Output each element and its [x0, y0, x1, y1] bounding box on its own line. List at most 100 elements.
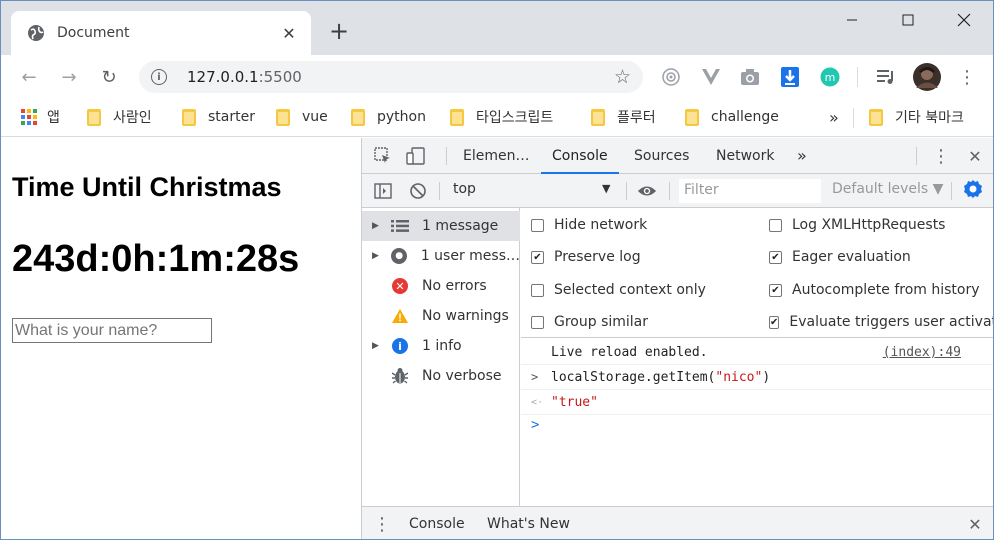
- expand-arrow-icon[interactable]: ▶: [372, 341, 390, 351]
- log-levels-dropdown[interactable]: Default levels ▼: [832, 181, 943, 197]
- checkbox-checked[interactable]: ✔: [531, 250, 544, 264]
- bookmark-folder[interactable]: challenge: [685, 107, 779, 127]
- chevron-down-icon[interactable]: ▼: [602, 182, 610, 195]
- minimize-icon: [847, 19, 857, 21]
- bookmark-folder[interactable]: starter: [182, 107, 255, 127]
- gear-icon[interactable]: [963, 179, 983, 204]
- setting-label: Selected context only: [554, 282, 706, 298]
- checkbox[interactable]: [531, 283, 544, 297]
- maximize-button[interactable]: [893, 7, 923, 33]
- bookmark-folder[interactable]: python: [351, 107, 426, 127]
- setting-autocomplete-history[interactable]: ✔ Autocomplete from history: [769, 282, 980, 298]
- bookmark-folder[interactable]: 타입스크립트: [450, 107, 553, 127]
- sidebar-item-user-messages[interactable]: ▶ ● 1 user mess…: [362, 241, 520, 271]
- checkbox-checked[interactable]: ✔: [769, 250, 782, 264]
- tab-console[interactable]: Console: [541, 138, 619, 174]
- checkbox-checked[interactable]: ✔: [769, 315, 780, 329]
- sidebar-item-messages[interactable]: ▶ 1 message: [362, 211, 520, 241]
- setting-evaluate-triggers[interactable]: ✔ Evaluate triggers user activatio: [769, 314, 993, 330]
- setting-selected-context[interactable]: Selected context only: [531, 282, 706, 298]
- sidebar-item-label: 1 info: [422, 338, 462, 354]
- more-tabs-button[interactable]: »: [797, 138, 807, 174]
- close-window-button[interactable]: [949, 7, 979, 33]
- page-heading: Time Until Christmas: [12, 172, 282, 202]
- filter-input[interactable]: Filter: [679, 179, 821, 203]
- checkbox[interactable]: [531, 315, 544, 329]
- bookmark-apps[interactable]: 앱: [21, 107, 60, 127]
- browser-menu-button[interactable]: ⋮: [955, 65, 979, 89]
- log-input-text: localStorage.getItem("nico"): [551, 370, 770, 385]
- sidebar-toggle-icon[interactable]: [373, 181, 393, 201]
- media-playlist-icon[interactable]: [874, 65, 898, 89]
- extension-download-icon[interactable]: [778, 65, 802, 89]
- checkbox[interactable]: [769, 218, 782, 232]
- close-devtools-button[interactable]: ✕: [965, 146, 985, 166]
- close-tab-icon[interactable]: ✕: [279, 24, 299, 43]
- setting-hide-network[interactable]: Hide network: [531, 217, 647, 233]
- url-text: 127.0.0.1:5500: [187, 68, 302, 86]
- log-source-link[interactable]: (index):49: [883, 345, 961, 360]
- log-result: <· "true": [521, 391, 993, 415]
- tab-divider: [916, 147, 917, 165]
- minimize-button[interactable]: [837, 7, 867, 33]
- bookmark-folder[interactable]: 플루터: [591, 107, 656, 127]
- expand-arrow-icon[interactable]: ▶: [372, 221, 390, 231]
- name-input[interactable]: [12, 318, 212, 343]
- sidebar-item-warnings[interactable]: No warnings: [362, 301, 520, 331]
- tab-network[interactable]: Network: [716, 138, 774, 174]
- extension-vue-icon[interactable]: [699, 65, 723, 89]
- live-expression-eye-icon[interactable]: [637, 181, 657, 201]
- inspect-element-icon[interactable]: [373, 146, 393, 166]
- device-toolbar-icon[interactable]: [406, 146, 426, 166]
- bookmark-folder[interactable]: vue: [276, 107, 328, 127]
- console-toolbar: top ▼ Filter Default levels ▼: [362, 174, 993, 208]
- back-button[interactable]: ←: [17, 65, 41, 89]
- clear-console-icon[interactable]: [408, 181, 428, 201]
- avatar[interactable]: [912, 62, 942, 92]
- checkbox-checked[interactable]: ✔: [769, 283, 782, 297]
- context-selector[interactable]: top: [453, 181, 476, 197]
- bookmarks-overflow-button[interactable]: »: [829, 107, 839, 127]
- bookmark-folder[interactable]: 사람인: [87, 107, 152, 127]
- setting-label: Group similar: [554, 314, 649, 330]
- setting-label: Eager evaluation: [792, 249, 911, 265]
- drawer-tab-console[interactable]: Console: [398, 507, 476, 539]
- browser-tab[interactable]: Document ✕: [11, 11, 311, 55]
- site-info-icon[interactable]: i: [151, 69, 167, 85]
- sidebar-item-errors[interactable]: ✕ No errors: [362, 271, 520, 301]
- svg-text:m: m: [825, 71, 836, 84]
- code-text: localStorage.getItem(: [551, 370, 716, 385]
- bookmark-other-folder[interactable]: 기타 북마크: [869, 107, 964, 127]
- tab-sources[interactable]: Sources: [634, 138, 689, 174]
- reload-button[interactable]: ↻: [97, 65, 121, 89]
- tab-elements[interactable]: Elemen…: [463, 138, 529, 174]
- new-tab-button[interactable]: +: [327, 19, 351, 43]
- page-content: Time Until Christmas 243d:0h:1m:28s: [1, 138, 361, 539]
- sidebar-item-verbose[interactable]: No verbose: [362, 361, 520, 391]
- sidebar-item-label: No errors: [422, 278, 487, 294]
- console-prompt[interactable]: >: [521, 415, 993, 439]
- tab-title: Document: [57, 25, 130, 41]
- extension-target-icon[interactable]: [659, 65, 683, 89]
- sidebar-item-info[interactable]: ▶ i 1 info: [362, 331, 520, 361]
- bookmark-star-icon[interactable]: ☆: [614, 66, 631, 88]
- setting-log-xhr[interactable]: Log XMLHttpRequests: [769, 217, 945, 233]
- extension-m-icon[interactable]: m: [818, 65, 842, 89]
- bookmark-label: 기타 북마크: [895, 110, 964, 126]
- setting-preserve-log[interactable]: ✔ Preserve log: [531, 249, 641, 265]
- address-bar[interactable]: i 127.0.0.1:5500 ☆: [139, 61, 643, 93]
- drawer-menu-button[interactable]: ⋮: [372, 514, 392, 535]
- setting-eager-evaluation[interactable]: ✔ Eager evaluation: [769, 249, 911, 265]
- devtools-menu-button[interactable]: ⋮: [931, 146, 951, 167]
- drawer-tab-whats-new[interactable]: What's New: [487, 507, 570, 539]
- checkbox[interactable]: [531, 218, 544, 232]
- console-output: Live reload enabled. (index):49 > localS…: [521, 339, 993, 506]
- expand-arrow-icon[interactable]: ▶: [372, 251, 389, 261]
- close-drawer-button[interactable]: ✕: [965, 514, 985, 534]
- bookmark-label: 타입스크립트: [476, 110, 554, 126]
- setting-group-similar[interactable]: Group similar: [531, 314, 648, 330]
- forward-button[interactable]: →: [57, 65, 81, 89]
- devtools-panel: Elemen… Console Sources Network » ⋮ ✕ to…: [361, 138, 993, 539]
- log-input: > localStorage.getItem("nico"): [521, 366, 993, 390]
- extension-camera-icon[interactable]: [738, 65, 762, 89]
